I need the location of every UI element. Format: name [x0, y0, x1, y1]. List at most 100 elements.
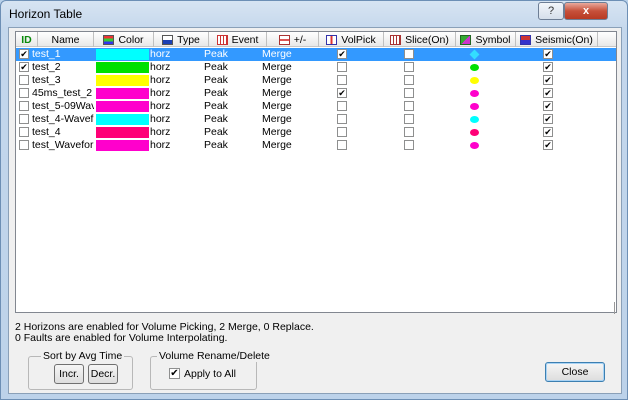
row-color-swatch[interactable]: [96, 127, 149, 138]
col-header-color[interactable]: Color: [94, 32, 154, 47]
col-header-symbol[interactable]: Symbol: [456, 32, 516, 47]
sort-group-legend: Sort by Avg Time: [41, 350, 125, 362]
incr-button[interactable]: Incr.: [54, 364, 84, 384]
merge-icon: [278, 34, 290, 45]
row-slice-checkbox[interactable]: [404, 140, 414, 150]
row-enabled-checkbox[interactable]: ✔: [19, 62, 29, 72]
table-header: ID Name Color Type Event +/- VolPick Sli…: [16, 32, 616, 47]
symbol-icon: [460, 34, 472, 45]
row-symbol-dot-icon[interactable]: [470, 103, 479, 110]
row-enabled-checkbox[interactable]: [19, 140, 29, 150]
apply-to-all-checkbox[interactable]: ✔: [169, 368, 180, 379]
close-button[interactable]: Close: [545, 362, 605, 382]
row-symbol-dot-icon[interactable]: [470, 64, 479, 71]
volume-rename-legend: Volume Rename/Delete: [157, 350, 272, 362]
row-enabled-checkbox[interactable]: ✔: [19, 49, 29, 59]
row-symbol-dot-icon[interactable]: [470, 129, 479, 136]
row-type: horz: [150, 139, 171, 151]
row-name: 45ms_test_2: [32, 87, 93, 99]
row-volpick-checkbox[interactable]: [337, 140, 347, 150]
table-row[interactable]: ✔ test_1 horz Peak Merge ✔ ✔: [16, 48, 616, 61]
col-header-seismic-label: Seismic(On): [535, 33, 593, 46]
window-title: Horizon Table: [9, 7, 83, 21]
col-header-seismic[interactable]: Seismic(On): [516, 32, 598, 47]
row-enabled-checkbox[interactable]: [19, 75, 29, 85]
col-header-event[interactable]: Event: [209, 32, 267, 47]
col-header-symbol-label: Symbol: [475, 33, 511, 46]
row-slice-checkbox[interactable]: [404, 101, 414, 111]
row-type: horz: [150, 48, 171, 60]
row-name: test_3: [32, 74, 61, 86]
table-row[interactable]: test_4-Waveform horz Peak Merge ✔: [16, 113, 616, 126]
row-slice-checkbox[interactable]: [404, 49, 414, 59]
row-volpick-checkbox[interactable]: ✔: [337, 88, 347, 98]
row-seismic-checkbox[interactable]: ✔: [543, 75, 553, 85]
row-color-swatch[interactable]: [96, 62, 149, 73]
row-volpick-checkbox[interactable]: [337, 127, 347, 137]
row-volpick-checkbox[interactable]: [337, 75, 347, 85]
row-volpick-checkbox[interactable]: ✔: [337, 49, 347, 59]
row-color-swatch[interactable]: [96, 140, 149, 151]
slice-icon: [390, 34, 402, 45]
row-slice-checkbox[interactable]: [404, 75, 414, 85]
row-volpick-checkbox[interactable]: [337, 62, 347, 72]
table-row[interactable]: test_4 horz Peak Merge ✔: [16, 126, 616, 139]
col-header-slice[interactable]: Slice(On): [384, 32, 456, 47]
row-volpick-checkbox[interactable]: [337, 114, 347, 124]
row-enabled-checkbox[interactable]: [19, 101, 29, 111]
col-header-merge[interactable]: +/-: [267, 32, 319, 47]
row-type: horz: [150, 113, 171, 125]
help-button[interactable]: ?: [538, 2, 564, 20]
row-color-swatch[interactable]: [96, 88, 149, 99]
col-header-type[interactable]: Type: [154, 32, 209, 47]
row-color-swatch[interactable]: [96, 75, 149, 86]
row-color-swatch[interactable]: [96, 49, 149, 60]
row-symbol-dot-icon[interactable]: [470, 90, 479, 97]
col-header-volpick[interactable]: VolPick: [319, 32, 384, 47]
row-slice-checkbox[interactable]: [404, 114, 414, 124]
table-row[interactable]: 45ms_test_2 horz Peak Merge ✔ ✔: [16, 87, 616, 100]
row-volpick-checkbox[interactable]: [337, 101, 347, 111]
row-event: Peak: [204, 126, 228, 138]
row-seismic-checkbox[interactable]: ✔: [543, 88, 553, 98]
id-icon: ID: [21, 33, 32, 46]
row-seismic-checkbox[interactable]: ✔: [543, 114, 553, 124]
row-name: test_2: [32, 61, 61, 73]
table-row[interactable]: test_5-09Wavefo horz Peak Merge ✔: [16, 100, 616, 113]
row-merge: Merge: [262, 139, 292, 151]
row-merge: Merge: [262, 87, 292, 99]
row-enabled-checkbox[interactable]: [19, 127, 29, 137]
row-enabled-checkbox[interactable]: [19, 88, 29, 98]
row-slice-checkbox[interactable]: [404, 127, 414, 137]
volume-rename-group: Volume Rename/Delete ✔ Apply to All: [150, 350, 272, 390]
row-slice-checkbox[interactable]: [404, 88, 414, 98]
col-header-slice-label: Slice(On): [405, 33, 449, 46]
row-merge: Merge: [262, 61, 292, 73]
row-symbol-dot-icon[interactable]: [470, 142, 479, 149]
row-symbol-diamond-icon[interactable]: [469, 49, 480, 60]
table-row[interactable]: test_3 horz Peak Merge ✔: [16, 74, 616, 87]
row-merge: Merge: [262, 100, 292, 112]
horizon-table: ID Name Color Type Event +/- VolPick Sli…: [15, 31, 617, 314]
row-symbol-dot-icon[interactable]: [470, 116, 479, 123]
window-close-button[interactable]: x: [564, 2, 608, 20]
row-event: Peak: [204, 139, 228, 151]
col-header-name[interactable]: Name: [38, 32, 94, 47]
row-seismic-checkbox[interactable]: ✔: [543, 140, 553, 150]
row-color-swatch[interactable]: [96, 114, 149, 125]
row-type: horz: [150, 74, 171, 86]
table-row[interactable]: test_Waveform horz Peak Merge ✔: [16, 139, 616, 152]
row-seismic-checkbox[interactable]: ✔: [543, 62, 553, 72]
status-line-faults: 0 Faults are enabled for Volume Interpol…: [15, 332, 228, 344]
table-row[interactable]: ✔ test_2 horz Peak Merge ✔: [16, 61, 616, 74]
row-enabled-checkbox[interactable]: [19, 114, 29, 124]
row-color-swatch[interactable]: [96, 101, 149, 112]
row-event: Peak: [204, 87, 228, 99]
row-seismic-checkbox[interactable]: ✔: [543, 101, 553, 111]
row-seismic-checkbox[interactable]: ✔: [543, 49, 553, 59]
row-slice-checkbox[interactable]: [404, 62, 414, 72]
decr-button[interactable]: Decr.: [88, 364, 118, 384]
row-symbol-dot-icon[interactable]: [470, 77, 479, 84]
row-seismic-checkbox[interactable]: ✔: [543, 127, 553, 137]
col-header-id[interactable]: ID: [16, 32, 38, 47]
